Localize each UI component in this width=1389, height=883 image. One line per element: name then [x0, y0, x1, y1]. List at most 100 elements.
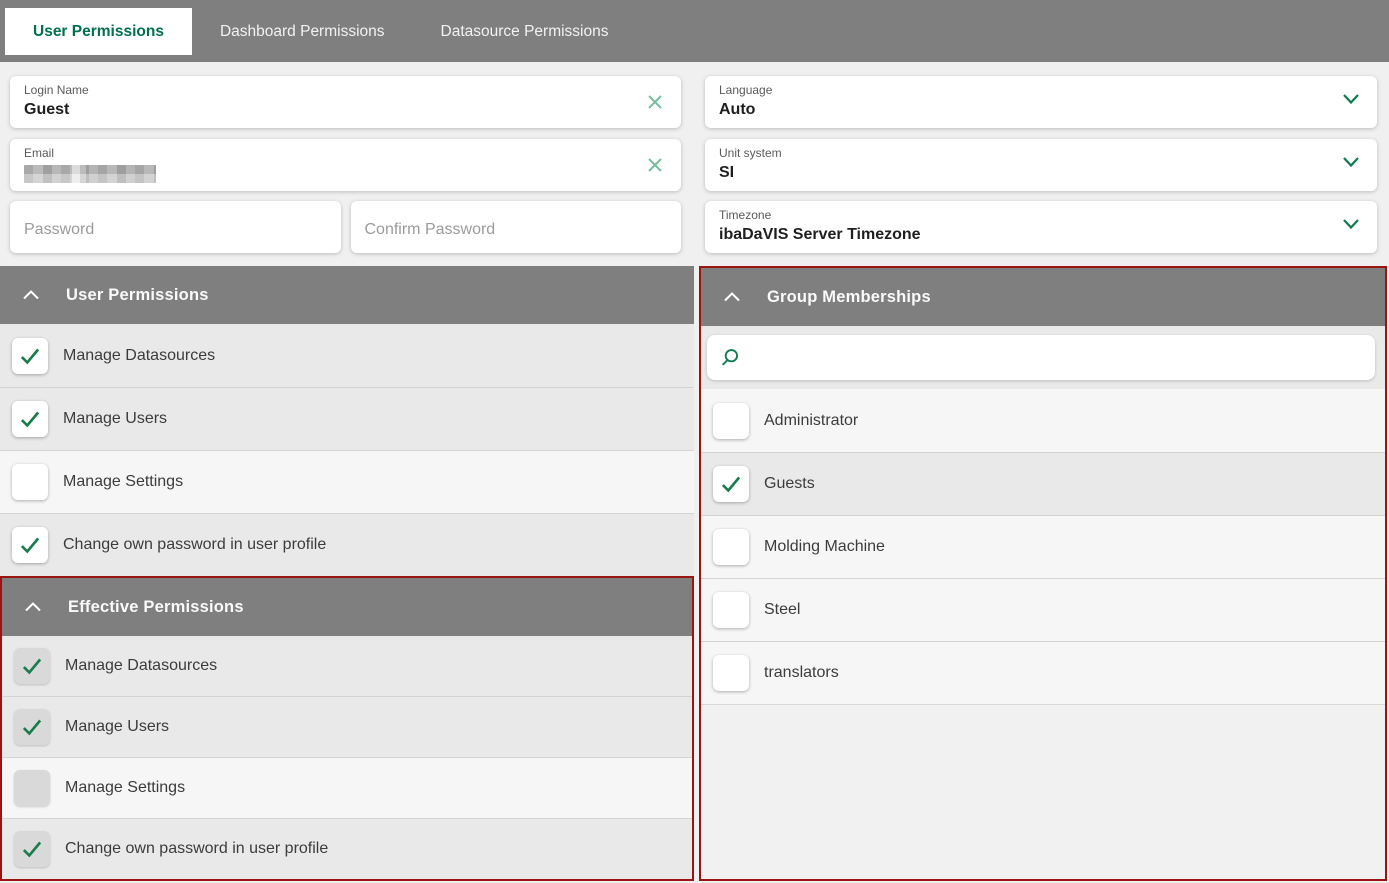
email-label: Email: [24, 146, 667, 161]
permission-label: Manage Users: [65, 718, 169, 736]
permission-row-change-own-password[interactable]: Change own password in user profile: [0, 513, 694, 576]
check-icon: [19, 714, 45, 740]
unit-system-value: SI: [719, 164, 1363, 182]
x-icon: [645, 155, 665, 175]
group-row-guests[interactable]: Guests: [701, 452, 1385, 515]
open-language-dropdown-button[interactable]: [1341, 92, 1361, 111]
tab-user-permissions[interactable]: User Permissions: [5, 8, 192, 55]
unit-system-label: Unit system: [719, 146, 1363, 161]
left-column: Login Name Guest Email: [0, 62, 694, 883]
login-name-field[interactable]: Login Name Guest: [10, 76, 681, 128]
permission-label: Change own password in user profile: [63, 536, 326, 554]
confirm-password-input[interactable]: [365, 221, 637, 239]
checkbox[interactable]: [12, 527, 48, 563]
confirm-password-field-card: [351, 201, 682, 253]
section-title: Group Memberships: [767, 288, 931, 307]
tab-bar: User Permissions Dashboard Permissions D…: [0, 0, 1389, 62]
check-icon: [19, 836, 45, 862]
email-value-redacted: [24, 165, 156, 183]
login-name-label: Login Name: [24, 83, 667, 98]
group-memberships-highlight-box: Group Memberships: [699, 266, 1387, 881]
group-label: Molding Machine: [764, 538, 885, 556]
tab-dashboard-permissions[interactable]: Dashboard Permissions: [192, 8, 413, 55]
open-unit-system-dropdown-button[interactable]: [1341, 155, 1361, 174]
checkbox-disabled: [14, 831, 50, 867]
x-icon: [645, 92, 665, 112]
search-icon: [719, 347, 741, 369]
timezone-value: ibaDaVIS Server Timezone: [719, 226, 1363, 244]
checkbox[interactable]: [12, 464, 48, 500]
chevron-down-icon: [1341, 92, 1361, 106]
group-label: translators: [764, 664, 839, 682]
permission-label: Manage Settings: [63, 473, 183, 491]
clear-login-name-button[interactable]: [645, 92, 665, 117]
permission-row-manage-datasources[interactable]: Manage Datasources: [0, 324, 694, 387]
group-memberships-list: Administrator Guests: [701, 389, 1385, 704]
section-title: Effective Permissions: [68, 598, 244, 617]
checkbox-disabled: [14, 709, 50, 745]
permission-label: Manage Datasources: [63, 347, 215, 365]
group-row-steel[interactable]: Steel: [701, 578, 1385, 641]
check-icon: [17, 406, 43, 432]
chevron-up-icon: [22, 289, 40, 301]
effective-permissions-highlight-box: Effective Permissions Manage Datasources: [0, 576, 694, 881]
check-icon: [17, 343, 43, 369]
checkbox-disabled: [14, 770, 50, 806]
user-permissions-list: Manage Datasources Manage Users: [0, 324, 694, 576]
clear-email-button[interactable]: [645, 155, 665, 180]
chevron-down-icon: [1341, 217, 1361, 231]
checkbox[interactable]: [713, 403, 749, 439]
checkbox[interactable]: [713, 655, 749, 691]
permission-label: Manage Datasources: [65, 657, 217, 675]
group-search-input[interactable]: [751, 349, 1363, 366]
timezone-label: Timezone: [719, 208, 1363, 223]
chevron-up-icon: [723, 291, 741, 303]
group-search-bar[interactable]: [707, 335, 1375, 380]
effective-row-change-own-password: Change own password in user profile: [2, 818, 692, 879]
login-name-value: Guest: [24, 101, 667, 119]
checkbox[interactable]: [12, 338, 48, 374]
checkbox-disabled: [14, 648, 50, 684]
permission-label: Manage Users: [63, 410, 167, 428]
permission-label: Manage Settings: [65, 779, 185, 797]
chevron-up-icon: [24, 601, 42, 613]
checkbox[interactable]: [12, 401, 48, 437]
checkbox[interactable]: [713, 529, 749, 565]
permission-row-manage-settings[interactable]: Manage Settings: [0, 450, 694, 513]
email-field[interactable]: Email: [10, 139, 681, 191]
language-value: Auto: [719, 101, 1363, 119]
group-label: Steel: [764, 601, 800, 619]
effective-row-manage-users: Manage Users: [2, 696, 692, 757]
group-row-translators[interactable]: translators: [701, 641, 1385, 704]
effective-row-manage-settings: Manage Settings: [2, 757, 692, 818]
effective-row-manage-datasources: Manage Datasources: [2, 636, 692, 696]
group-memberships-section-header[interactable]: Group Memberships: [701, 268, 1385, 326]
password-field-card: [10, 201, 341, 253]
check-icon: [19, 653, 45, 679]
group-list-empty-area: [701, 704, 1385, 879]
language-label: Language: [719, 83, 1363, 98]
effective-permissions-section-header[interactable]: Effective Permissions: [2, 578, 692, 636]
group-search-row: [701, 326, 1385, 389]
check-icon: [718, 471, 744, 497]
timezone-dropdown[interactable]: Timezone ibaDaVIS Server Timezone: [705, 201, 1377, 253]
permission-row-manage-users[interactable]: Manage Users: [0, 387, 694, 450]
password-input[interactable]: [24, 221, 296, 239]
section-title: User Permissions: [66, 286, 209, 305]
open-timezone-dropdown-button[interactable]: [1341, 217, 1361, 236]
right-column: Language Auto Unit system SI Tim: [699, 62, 1389, 883]
checkbox[interactable]: [713, 466, 749, 502]
check-icon: [17, 532, 43, 558]
effective-permissions-list: Manage Datasources Manage Users: [2, 636, 692, 879]
group-label: Administrator: [764, 412, 858, 430]
group-label: Guests: [764, 475, 815, 493]
user-permissions-section-header[interactable]: User Permissions: [0, 266, 694, 324]
group-row-molding-machine[interactable]: Molding Machine: [701, 515, 1385, 578]
unit-system-dropdown[interactable]: Unit system SI: [705, 139, 1377, 191]
user-settings-screen: User Permissions Dashboard Permissions D…: [0, 0, 1389, 883]
checkbox[interactable]: [713, 592, 749, 628]
tab-datasource-permissions[interactable]: Datasource Permissions: [413, 8, 637, 55]
chevron-down-icon: [1341, 155, 1361, 169]
language-dropdown[interactable]: Language Auto: [705, 76, 1377, 128]
group-row-administrator[interactable]: Administrator: [701, 389, 1385, 452]
